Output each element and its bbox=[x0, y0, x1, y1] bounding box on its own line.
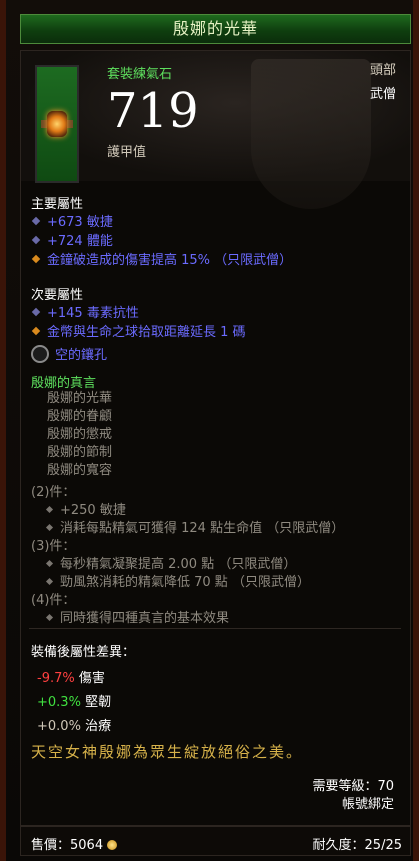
binding-status: 帳號綁定 bbox=[341, 797, 394, 812]
set-item: 殷娜的節制 bbox=[47, 445, 113, 460]
item-icon-gem bbox=[47, 111, 67, 137]
set-bonus-effect: +250 敏捷 bbox=[45, 499, 126, 518]
set-bonus-label: (4)件： bbox=[31, 593, 76, 608]
tooltip-frame: 殷娜的光華 套裝練氣石 719 護甲值 頭部 武僧 主要屬性 +673 敏捷 +… bbox=[0, 0, 419, 861]
set-bullet-icon bbox=[45, 613, 54, 622]
set-items-list: 殷娜的光華 殷娜的眷顧 殷娜的懲戒 殷娜的節制 殷娜的寬容 bbox=[47, 390, 112, 480]
comparison-label: 治療 bbox=[85, 719, 112, 734]
requirements: 需要等級：70 帳號綁定 bbox=[312, 778, 394, 814]
primary-affix: 金鐘破造成的傷害提高 15% （只限武僧） bbox=[31, 249, 292, 268]
stat-comparison-title: 裝備後屬性差異： bbox=[31, 645, 136, 660]
set-bonus-effect: 每秒精氣凝聚提高 2.00 點 （只限武僧） bbox=[45, 553, 296, 572]
comparison-row: +0.0% 治療 bbox=[37, 715, 111, 734]
set-item: 殷娜的懲戒 bbox=[47, 427, 113, 442]
item-slot-info: 頭部 武僧 bbox=[370, 59, 396, 107]
sell-price-label: 售價：5064 bbox=[31, 838, 104, 853]
secondary-attributes-title: 次要屬性 bbox=[31, 288, 84, 303]
set-name: 殷娜的真言 bbox=[31, 376, 97, 391]
tooltip-panel: 套裝練氣石 719 護甲值 頭部 武僧 主要屬性 +673 敏捷 +724 體能… bbox=[20, 50, 411, 826]
comparison-label: 傷害 bbox=[78, 671, 105, 686]
primary-affix: +673 敏捷 bbox=[31, 211, 113, 230]
set-bonus-effect: 勁風煞消耗的精氣降低 70 點 （只限武僧） bbox=[45, 571, 310, 590]
armor-label: 護甲值 bbox=[107, 145, 147, 160]
item-type: 套裝練氣石 bbox=[107, 67, 173, 82]
set-bonus-effect: 消耗每點精氣可獲得 124 點生命值 （只限武僧） bbox=[45, 517, 344, 536]
set-bullet-icon bbox=[45, 559, 54, 568]
item-image-icon bbox=[35, 65, 79, 183]
primary-affix: +724 體能 bbox=[31, 230, 113, 249]
armor-value: 719 bbox=[107, 83, 199, 139]
comparison-delta: -9.7% bbox=[37, 671, 75, 686]
flavor-text: 天空女神殷娜為眾生綻放絕俗之美。 bbox=[31, 743, 304, 761]
primary-attributes-title: 主要屬性 bbox=[31, 197, 84, 212]
item-header: 套裝練氣石 719 護甲值 頭部 武僧 bbox=[21, 51, 410, 209]
tooltip-footer: 售價：5064 耐久度：25/25 bbox=[20, 826, 411, 856]
legendary-bullet-icon bbox=[31, 254, 41, 264]
set-bullet-icon bbox=[45, 523, 54, 532]
set-item: 殷娜的光華 bbox=[47, 391, 113, 406]
set-bonus-effect: 同時獲得四種真言的基本效果 bbox=[45, 607, 229, 626]
required-level: 需要等級：70 bbox=[312, 779, 394, 794]
armor-shield-icon bbox=[251, 59, 371, 209]
comparison-row: -9.7% 傷害 bbox=[37, 667, 105, 686]
set-bullet-icon bbox=[45, 577, 54, 586]
gold-coin-icon bbox=[107, 840, 118, 850]
comparison-delta: +0.3% bbox=[37, 695, 81, 710]
legendary-bullet-icon bbox=[31, 326, 41, 336]
set-item: 殷娜的眷顧 bbox=[47, 409, 113, 424]
set-item: 殷娜的寬容 bbox=[47, 463, 113, 478]
empty-socket: 空的鑲孔 bbox=[31, 344, 107, 363]
comparison-delta: +0.0% bbox=[37, 719, 81, 734]
set-bonus-label: (2)件： bbox=[31, 485, 76, 500]
comparison-row: +0.3% 堅韌 bbox=[37, 691, 111, 710]
sell-price: 售價：5064 bbox=[31, 834, 118, 853]
item-class: 武僧 bbox=[369, 87, 396, 102]
secondary-affix: 金幣與生命之球拾取距離延長 1 碼 bbox=[31, 321, 246, 340]
comparison-label: 堅韌 bbox=[85, 695, 112, 710]
affix-bullet-icon bbox=[31, 307, 41, 317]
item-slot: 頭部 bbox=[369, 63, 396, 78]
item-name: 殷娜的光華 bbox=[172, 19, 258, 38]
durability: 耐久度：25/25 bbox=[312, 838, 402, 853]
socket-ring-icon bbox=[31, 345, 49, 363]
affix-bullet-icon bbox=[31, 216, 41, 226]
section-divider bbox=[29, 628, 401, 629]
secondary-affix: +145 毒素抗性 bbox=[31, 302, 139, 321]
item-name-bar: 殷娜的光華 bbox=[20, 14, 411, 44]
set-bonus-label: (3)件： bbox=[31, 539, 76, 554]
set-bullet-icon bbox=[45, 505, 54, 514]
affix-bullet-icon bbox=[31, 235, 41, 245]
